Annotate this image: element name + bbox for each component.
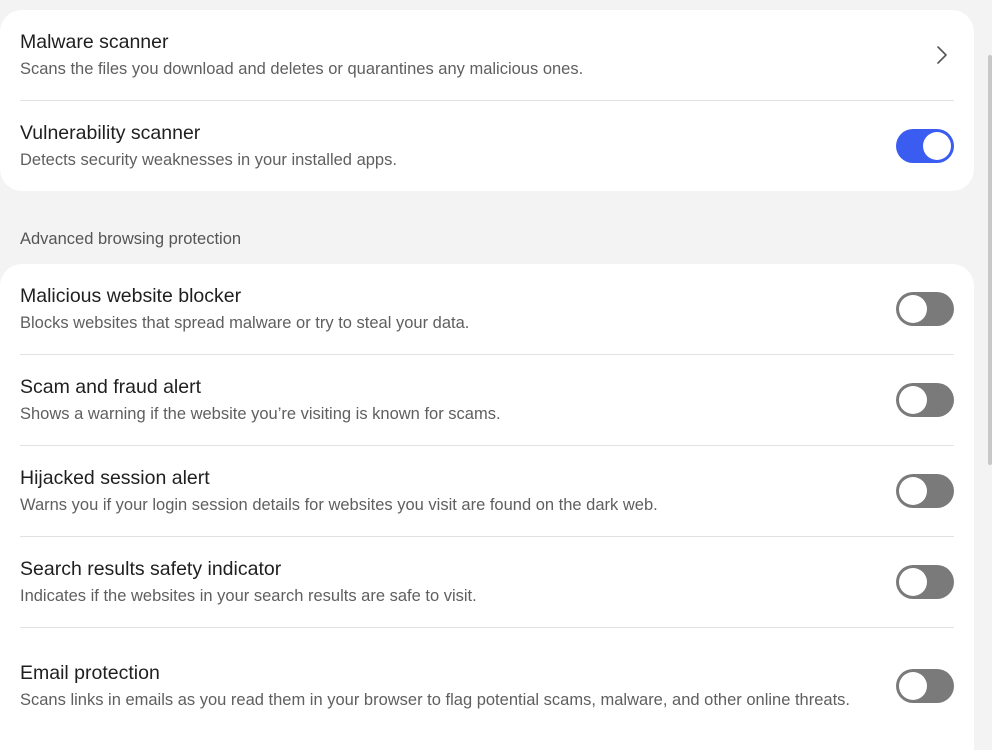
row-title: Email protection bbox=[20, 661, 160, 684]
row-control bbox=[894, 43, 954, 67]
settings-row-malware-scanner[interactable]: Malware scanner Scans the files you down… bbox=[20, 10, 954, 101]
row-title: Malicious website blocker bbox=[20, 284, 242, 307]
row-text: Vulnerability scanner Detects security w… bbox=[20, 121, 894, 172]
security-card: Malware scanner Scans the files you down… bbox=[0, 10, 974, 191]
row-title: Hijacked session alert bbox=[20, 466, 210, 489]
row-control bbox=[894, 383, 954, 417]
row-title: Vulnerability scanner bbox=[20, 121, 201, 144]
row-description: Warns you if your login session details … bbox=[20, 495, 658, 514]
row-title: Malware scanner bbox=[20, 30, 169, 53]
row-description: Scans links in emails as you read them i… bbox=[20, 690, 850, 709]
scam-fraud-alert-toggle[interactable] bbox=[896, 383, 954, 417]
row-description: Scans the files you download and deletes… bbox=[20, 59, 584, 78]
settings-row-scam-fraud-alert: Scam and fraud alert Shows a warning if … bbox=[20, 355, 954, 446]
vulnerability-scanner-toggle[interactable] bbox=[896, 129, 954, 163]
toggle-knob bbox=[899, 672, 927, 700]
toggle-knob bbox=[923, 132, 951, 160]
row-description: Detects security weaknesses in your inst… bbox=[20, 150, 397, 169]
row-control bbox=[894, 129, 954, 163]
search-results-safety-toggle[interactable] bbox=[896, 565, 954, 599]
row-control bbox=[894, 565, 954, 599]
browsing-protection-card: Malicious website blocker Blocks website… bbox=[0, 264, 974, 750]
row-text: Scam and fraud alert Shows a warning if … bbox=[20, 375, 894, 426]
toggle-knob bbox=[899, 386, 927, 414]
settings-row-malicious-website-blocker: Malicious website blocker Blocks website… bbox=[20, 264, 954, 355]
toggle-knob bbox=[899, 568, 927, 596]
row-control bbox=[894, 292, 954, 326]
malicious-website-blocker-toggle[interactable] bbox=[896, 292, 954, 326]
hijacked-session-alert-toggle[interactable] bbox=[896, 474, 954, 508]
settings-row-search-results-safety: Search results safety indicator Indicate… bbox=[20, 537, 954, 628]
row-text: Email protection Scans links in emails a… bbox=[20, 661, 894, 712]
toggle-knob bbox=[899, 477, 927, 505]
email-protection-toggle[interactable] bbox=[896, 669, 954, 703]
settings-page: Malware scanner Scans the files you down… bbox=[0, 0, 992, 750]
settings-row-vulnerability-scanner: Vulnerability scanner Detects security w… bbox=[20, 101, 954, 191]
section-label-advanced-browsing: Advanced browsing protection bbox=[20, 230, 242, 248]
row-title: Scam and fraud alert bbox=[20, 375, 202, 398]
row-title: Search results safety indicator bbox=[20, 557, 282, 580]
chevron-right-icon[interactable] bbox=[930, 43, 954, 67]
scrollbar[interactable] bbox=[988, 55, 992, 465]
toggle-knob bbox=[899, 295, 927, 323]
settings-row-hijacked-session-alert: Hijacked session alert Warns you if your… bbox=[20, 446, 954, 537]
row-description: Indicates if the websites in your search… bbox=[20, 586, 477, 605]
row-text: Hijacked session alert Warns you if your… bbox=[20, 466, 894, 517]
row-text: Malicious website blocker Blocks website… bbox=[20, 284, 894, 335]
row-text: Search results safety indicator Indicate… bbox=[20, 557, 894, 608]
row-description: Shows a warning if the website you’re vi… bbox=[20, 404, 501, 423]
row-text: Malware scanner Scans the files you down… bbox=[20, 30, 894, 81]
row-control bbox=[894, 474, 954, 508]
row-control bbox=[894, 669, 954, 703]
settings-row-email-protection: Email protection Scans links in emails a… bbox=[20, 628, 954, 744]
row-description: Blocks websites that spread malware or t… bbox=[20, 313, 470, 332]
